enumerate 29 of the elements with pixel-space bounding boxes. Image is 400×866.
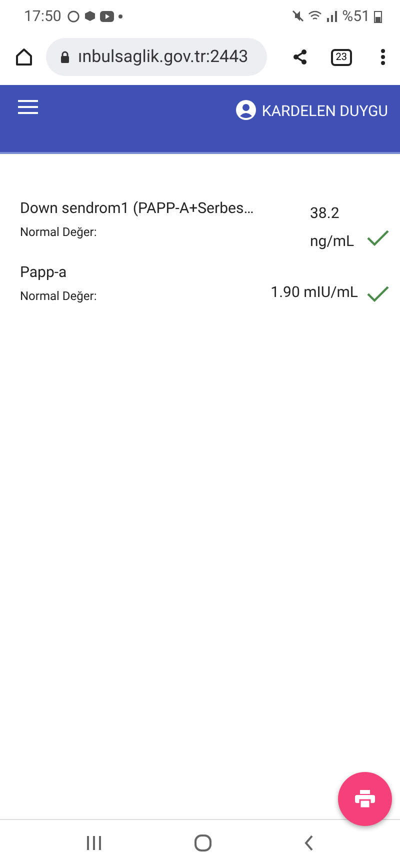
test-name: Papp-a [20, 263, 68, 281]
share-icon[interactable] [290, 48, 309, 66]
back-icon[interactable] [304, 835, 314, 851]
mute-icon [292, 10, 304, 22]
print-button[interactable] [338, 772, 392, 826]
status-time: 17:50 [24, 7, 62, 25]
recent-apps-icon[interactable] [86, 836, 102, 850]
cube-icon [84, 10, 96, 22]
battery-percent: %51 [342, 7, 370, 25]
user-name[interactable]: KARDELEN DUYGU [262, 102, 388, 120]
test-value: 38.2 ng/mL [310, 203, 356, 252]
test-name: Down sendrom1 (PAPP-A+Serbes… [20, 199, 255, 217]
video-icon [100, 10, 114, 22]
home-button-icon[interactable] [194, 834, 212, 852]
battery-icon [374, 10, 382, 22]
test-value: 1.90 mIU/mL [270, 283, 358, 301]
menu-icon[interactable] [18, 100, 38, 114]
lock-icon [60, 51, 70, 63]
signal-icon [326, 10, 338, 22]
home-icon[interactable] [14, 47, 34, 67]
address-bar[interactable]: ınbulsaglik.gov.tr:2443 [46, 38, 267, 76]
normal-value-label: Normal Değer: [20, 289, 98, 303]
account-icon[interactable] [236, 100, 256, 120]
more-icon[interactable] [380, 48, 386, 66]
wifi-icon [308, 10, 322, 22]
print-icon [355, 790, 375, 808]
tab-count-button[interactable]: 23 [330, 48, 352, 66]
dot-icon [118, 14, 124, 18]
normal-value-label: Normal Değer: [20, 225, 98, 239]
